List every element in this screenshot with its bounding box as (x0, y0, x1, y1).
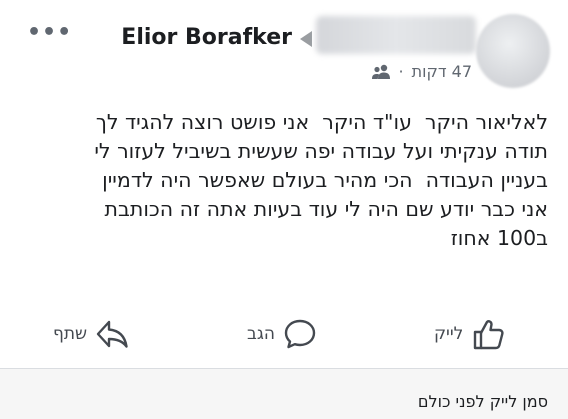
comment-bubble-icon (284, 319, 316, 349)
like-button-label: לייק (434, 324, 464, 344)
share-button-label: שתף (53, 324, 88, 344)
thumbs-up-icon (474, 320, 504, 350)
share-button[interactable]: שתף (53, 312, 129, 356)
likes-summary[interactable]: סמן לייק לפני כולם (418, 392, 548, 411)
divider (0, 368, 568, 369)
post-time[interactable]: 47 דקות (412, 62, 472, 81)
avatar[interactable] (476, 14, 550, 88)
comment-button[interactable]: הגב (247, 312, 317, 356)
post-meta: 47 דקות · (371, 62, 472, 81)
name-arrow-icon (300, 31, 312, 47)
post-card: ••• Elior Borafker 47 דקות · לאליאור היק… (0, 0, 568, 368)
friends-icon[interactable] (371, 64, 391, 80)
post-author-name[interactable]: Elior Borafker (121, 25, 292, 51)
redacted-name (316, 16, 476, 54)
like-button[interactable]: לייק (434, 312, 505, 356)
comment-button-label: הגב (247, 324, 275, 344)
more-options-icon[interactable]: ••• (27, 22, 72, 44)
post-body-text: לאליאור היקר עו"ד היקר אני פושט רוצה להג… (94, 110, 548, 250)
post-actions-bar: לייק הגב שתף (0, 312, 568, 356)
meta-separator: · (398, 62, 404, 81)
share-arrow-icon (96, 320, 128, 348)
